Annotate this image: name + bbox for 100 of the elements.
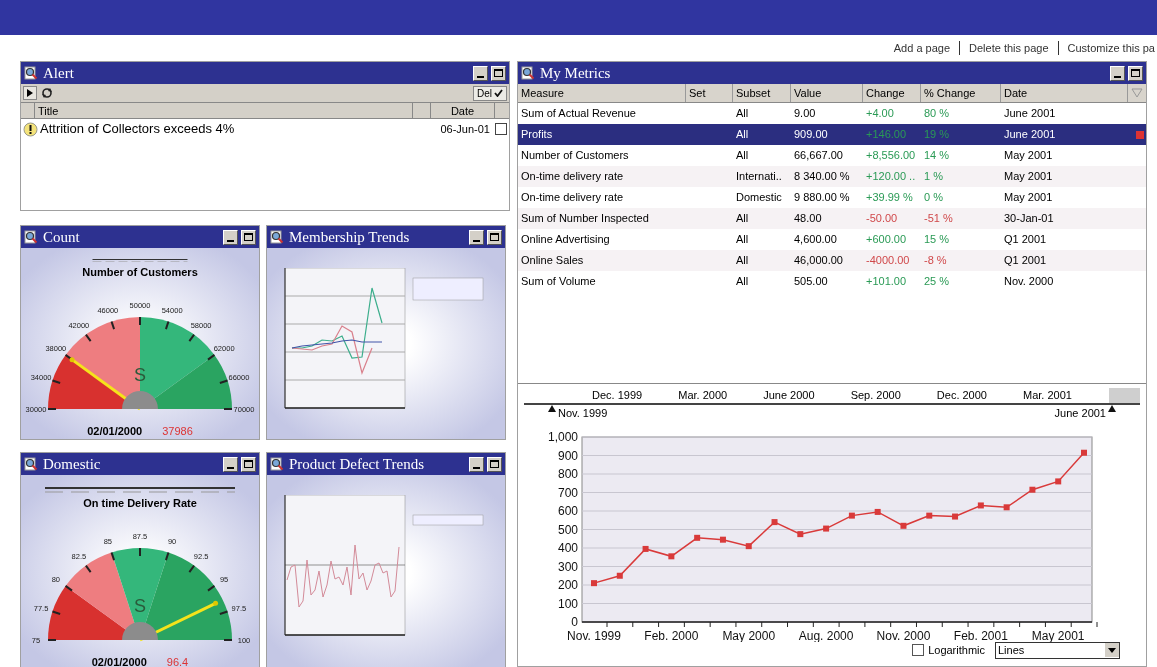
table-cell-text: Q1 2001 (1003, 253, 1048, 269)
y-tick-label: 300 (557, 559, 578, 573)
gauge-hub (122, 390, 158, 409)
gauge-reading: 96.4 (166, 654, 189, 667)
column-header[interactable]: Change (863, 84, 921, 102)
table-cell-text: 9.00 (793, 106, 817, 122)
table-cell-text: May 2001 (1003, 169, 1054, 185)
chart-type-select[interactable]: Lines (995, 641, 1120, 659)
column-header[interactable]: Set (686, 84, 733, 102)
alert-checkbox[interactable] (495, 123, 507, 135)
table-cell-text: All (735, 211, 750, 227)
gauge-symbol: S (134, 364, 146, 385)
page-link[interactable]: Delete this page (969, 39, 1049, 57)
table-cell-text: Domestic (735, 190, 783, 206)
metric-row[interactable]: On-time delivery rate Internati.. 8 340.00 % +120.00 .. 1 % May 2001 (518, 166, 1146, 187)
x-tick-label: Aug. 2000 (798, 628, 854, 642)
timeline-label: Dec. 1999 (592, 388, 643, 404)
metric-row[interactable]: Online Sales All 46,000.00 -4000.00 -8 % Q1 2001 (518, 250, 1146, 271)
maximize-button[interactable] (491, 65, 506, 81)
minimize-icon (477, 75, 484, 78)
alert-title: Attrition of Collectors exceeds 4% (40, 120, 236, 139)
y-tick-label: 100 (557, 596, 578, 610)
table-cell-text: Profits (520, 127, 554, 143)
data-point (745, 542, 752, 549)
magnifier-icon (24, 230, 38, 244)
table-cell-text: 909.00 (793, 127, 829, 143)
timeline-label: Sep. 2000 (850, 388, 901, 404)
table-cell-text: 48.00 (793, 211, 823, 227)
table-cell-text: All (735, 274, 750, 290)
y-tick-label: 200 (557, 577, 578, 592)
table-cell-text: All (735, 148, 750, 164)
table-cell-text: Sum of Actual Revenue (520, 106, 637, 122)
table-cell-text: 15 % (923, 232, 951, 248)
minimize-button[interactable] (223, 229, 238, 245)
data-point (642, 545, 649, 552)
maximize-button[interactable] (241, 456, 256, 472)
page-link[interactable]: Add a page (893, 39, 951, 57)
column-header[interactable]: Measure (518, 84, 686, 102)
warning-icon (23, 121, 38, 137)
delete-button[interactable]: Del (473, 85, 507, 101)
data-point (771, 518, 778, 525)
y-tick-label: 800 (557, 466, 578, 481)
table-cell-text: 8 340.00 % (793, 169, 851, 185)
table-cell-text: 80 % (923, 106, 951, 122)
data-point (1003, 503, 1010, 510)
minimize-icon (473, 466, 480, 469)
table-cell-text: +101.00 (865, 274, 908, 290)
minimize-button[interactable] (469, 229, 484, 245)
maximize-button[interactable] (487, 229, 502, 245)
data-point (926, 512, 933, 519)
timeline-slider[interactable]: Dec. 1999 Mar. 2000 June 2000 Sep. 2000 Dec. 2000 Mar. 2001 (524, 388, 1140, 405)
column-header[interactable]: Value (791, 84, 863, 102)
gauge-hub (122, 621, 158, 640)
table-cell-text: June 2001 (1003, 106, 1057, 122)
column-header[interactable]: Date (431, 103, 495, 118)
play-button[interactable] (23, 86, 37, 100)
maximize-button[interactable] (241, 229, 256, 245)
timeline-label: Dec. 2000 (936, 388, 987, 404)
minimize-button[interactable] (1110, 65, 1125, 81)
y-tick-label: 900 (557, 448, 578, 462)
data-point (952, 513, 959, 520)
data-point (591, 579, 597, 586)
data-point (797, 530, 804, 537)
logarithmic-checkbox[interactable] (912, 644, 925, 656)
maximize-button[interactable] (487, 456, 502, 472)
minimize-button[interactable] (473, 65, 488, 81)
maximize-button[interactable] (1128, 65, 1143, 81)
column-header[interactable]: Title (35, 103, 413, 118)
table-cell-text: 66,667.00 (793, 148, 844, 164)
timeline-label: Mar. 2001 (1023, 388, 1072, 404)
table-cell-text: 25 % (923, 274, 951, 290)
data-point (848, 512, 855, 519)
metric-row[interactable]: Profits All 909.00 +146.00 19 % June 2001 (518, 124, 1146, 145)
refresh-icon[interactable] (41, 87, 53, 99)
gauge-date: 02/01/2000 (91, 654, 147, 667)
minimize-button[interactable] (469, 456, 484, 472)
data-point (1055, 477, 1062, 484)
minimize-button[interactable] (223, 456, 238, 472)
data-point (616, 572, 623, 579)
table-cell-text: Sum of Number Inspected (520, 211, 650, 227)
page-link[interactable]: Customize this pa (1067, 39, 1155, 57)
table-cell-text: On-time delivery rate (520, 169, 625, 185)
data-point (823, 525, 830, 532)
x-tick-label: May 2000 (722, 628, 776, 642)
table-cell-text: 4,600.00 (793, 232, 838, 248)
metric-row[interactable]: Sum of Number Inspected All 48.00 -50.00 -51 % 30-Jan-01 (518, 208, 1146, 229)
check-icon (494, 89, 503, 97)
timeline-label: June 2000 (763, 388, 815, 404)
panel-title: Alert (43, 63, 75, 83)
play-icon (27, 89, 33, 97)
magnifier-icon (521, 66, 535, 80)
table-cell-text: 30-Jan-01 (1003, 211, 1055, 227)
column-header[interactable]: % Change (921, 84, 1001, 102)
timeline-label: Mar. 2000 (678, 388, 728, 404)
magnifier-icon (270, 230, 284, 244)
column-header[interactable]: Subset (733, 84, 791, 102)
column-header[interactable]: Date (1001, 84, 1128, 102)
y-tick-label: 700 (557, 485, 578, 499)
data-point (668, 552, 675, 559)
panel-title: Count (43, 227, 81, 247)
